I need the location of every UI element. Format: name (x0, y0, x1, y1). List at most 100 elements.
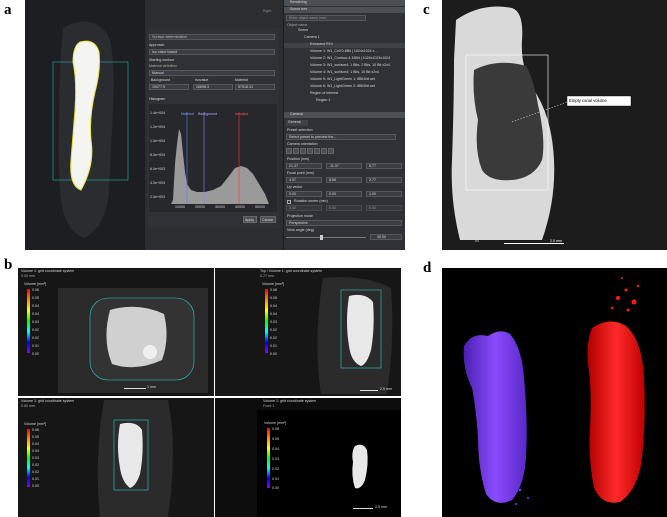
tooth-silhouette-render (52, 21, 129, 238)
scene-tree-header[interactable]: Scene tree (284, 7, 405, 13)
marker-material-label: Material (181, 112, 194, 116)
purple-volume (463, 331, 527, 503)
histogram[interactable]: 1.4e+004 1.2e+004 1.0e+004 8.0e+003 6.0e… (149, 104, 277, 212)
viewport-coronal[interactable]: Top / Volume 1: grid coordinate system 0… (215, 268, 401, 396)
legend-tick: 0.04 (32, 449, 39, 453)
legend-tick: 0.02 (32, 470, 39, 474)
rotation-x-field[interactable]: 0.00 (286, 205, 322, 211)
tree-item[interactable]: Volume 4: W1_surface4: 1 Bits, 10 Bit x2… (284, 70, 405, 76)
view-angle-value: 40.00 (377, 235, 386, 239)
scale-bar (360, 390, 378, 391)
tree-item[interactable]: Camera 1 (284, 35, 405, 41)
hist-xtick: 50000 (255, 205, 265, 209)
focal-label: Focal point (mm) (287, 171, 314, 175)
tree-item[interactable]: Region 1 (284, 98, 405, 104)
position-x-field[interactable]: 21.37 (286, 163, 322, 169)
focal-x: 4.97 (289, 178, 296, 182)
orientation-button[interactable] (286, 148, 292, 154)
orientation-button[interactable] (300, 148, 306, 154)
camera-header[interactable]: Camera (284, 112, 405, 118)
view-angle-label: View angle (deg) (287, 228, 314, 232)
starting-contour-label: Starting contour (149, 58, 175, 62)
tree-item-label: Volume 4: W1_surface4: 1 Bits, 10 Bit x2… (310, 70, 379, 74)
orientation-button[interactable] (314, 148, 320, 154)
preset-select[interactable]: Select preset to preview the... (286, 134, 396, 140)
surface-input[interactable]: Surface determination (152, 35, 187, 40)
approach-label: Approach (149, 43, 165, 47)
colorbar (265, 289, 268, 353)
approach-select[interactable]: Iso value based (149, 49, 275, 55)
material-field[interactable]: 57518.31 (235, 84, 275, 90)
tree-item-label: Volume 5: W1_LightGreen 1: 8Bit1bit.set (310, 77, 375, 81)
cancel-button[interactable]: Cancel (260, 216, 276, 223)
background-value: 10077.9 (152, 85, 165, 89)
scene-tree-title: Scene tree (290, 7, 308, 11)
tree-item[interactable]: Volume 5: W1_LightGreen 1: 8Bit1bit.set (284, 77, 405, 83)
rotation-y-field[interactable]: 0.00 (326, 205, 362, 211)
focal-z-field[interactable]: 3.77 (366, 177, 402, 183)
hist-xtick: 40000 (235, 205, 245, 209)
legend-tick: 0.06 (32, 428, 39, 432)
orientation-button[interactable] (307, 148, 313, 154)
focal-y-field[interactable]: 8.68 (326, 177, 362, 183)
tree-item[interactable]: Scene (284, 28, 405, 34)
focal-x-field[interactable]: 4.97 (286, 177, 322, 183)
tree-item[interactable]: Volume 1: W1_Cell 0-8Bit | 1024x1024 x..… (284, 49, 405, 55)
rendering-header[interactable]: Rendering (284, 0, 405, 6)
preset-value: Select preset to preview the... (289, 135, 337, 139)
viewport-sagittal[interactable]: Volume 1: grid coordinate system 0.80 mm… (18, 398, 214, 517)
panel-label-c: c (423, 2, 430, 18)
position-y-field[interactable]: -11.37 (326, 163, 362, 169)
legend-tick: 0.03 (272, 457, 279, 461)
orientation-button[interactable] (328, 148, 334, 154)
viewport-3d[interactable] (25, 0, 145, 250)
scene-search-input[interactable]: Enter object name here (286, 15, 366, 21)
up-x-field[interactable]: 0.00 (286, 191, 322, 197)
view-angle-slider-handle[interactable] (320, 235, 323, 240)
hist-xtick: 30000 (215, 205, 225, 209)
panel-label-d: d (423, 260, 432, 276)
tree-item[interactable]: Volume 3: W1_surface4: 1 Bits, 2 Bits, 1… (284, 63, 405, 69)
red-fragments (610, 277, 640, 312)
orientation-button[interactable] (293, 148, 299, 154)
tree-item[interactable]: Extracted ROI (284, 42, 405, 48)
corner-text: n5 (475, 239, 479, 243)
isovalue-field[interactable]: 26698.3 (193, 84, 233, 90)
view-angle-slider[interactable] (286, 237, 366, 238)
tab-general[interactable]: General (286, 120, 308, 126)
up-z-field[interactable]: 1.00 (366, 191, 402, 197)
colorbar (267, 428, 270, 488)
tree-item-label: Volume 6: W1_LightGreen 2: 8Bit2bit.set (310, 84, 375, 88)
viewport-3d-volume[interactable]: Volume 1: grid coordinate system Front 1… (215, 398, 401, 517)
apply-button[interactable]: Apply (243, 216, 257, 223)
rotation-z-field[interactable]: 0.00 (366, 205, 402, 211)
legend-tick: 0.04 (270, 304, 277, 308)
position-x: 21.37 (289, 164, 298, 168)
position-z-field[interactable]: 8.77 (366, 163, 402, 169)
material-value: 57518.31 (238, 85, 253, 89)
rotation-center-checkbox[interactable] (287, 200, 291, 204)
legend-tick: 0.00 (32, 484, 39, 488)
material-definition-select[interactable]: Manual (149, 70, 275, 76)
background-field[interactable]: 10077.9 (149, 84, 189, 90)
legend-tick: 0.06 (272, 427, 279, 431)
up-y: 0.00 (329, 192, 336, 196)
position-z: 8.77 (369, 164, 376, 168)
legend-tick: 0.03 (270, 320, 277, 324)
legend-tick: 0.01 (270, 344, 277, 348)
surface-determination-panel: Surface determination Approach Iso value… (147, 28, 279, 228)
up-y-field[interactable]: 0.00 (326, 191, 362, 197)
tree-item[interactable]: Volume 2: W1_Contour-4-16Bit | 1024x1024… (284, 56, 405, 62)
isovalue-label: Isovalue (195, 78, 209, 82)
orientation-button[interactable] (321, 148, 327, 154)
viewport-axial[interactable]: Volume 1: grid coordinate system 0.00 mm… (18, 268, 214, 396)
view-angle-field[interactable]: 40.00 (370, 234, 402, 240)
legend-tick: 0.02 (32, 463, 39, 467)
tree-item[interactable]: Region of interest (284, 91, 405, 97)
panel-a-software-window: Surface determination Approach Iso value… (25, 0, 405, 250)
tree-item[interactable]: Volume 6: W1_LightGreen 2: 8Bit2bit.set (284, 84, 405, 90)
volume-comparison-render (463, 277, 645, 505)
material-label: Material (235, 78, 248, 82)
projection-select[interactable]: Perspective (286, 220, 402, 226)
panel-b-slice-views: Volume 1: grid coordinate system 0.00 mm… (18, 268, 401, 517)
